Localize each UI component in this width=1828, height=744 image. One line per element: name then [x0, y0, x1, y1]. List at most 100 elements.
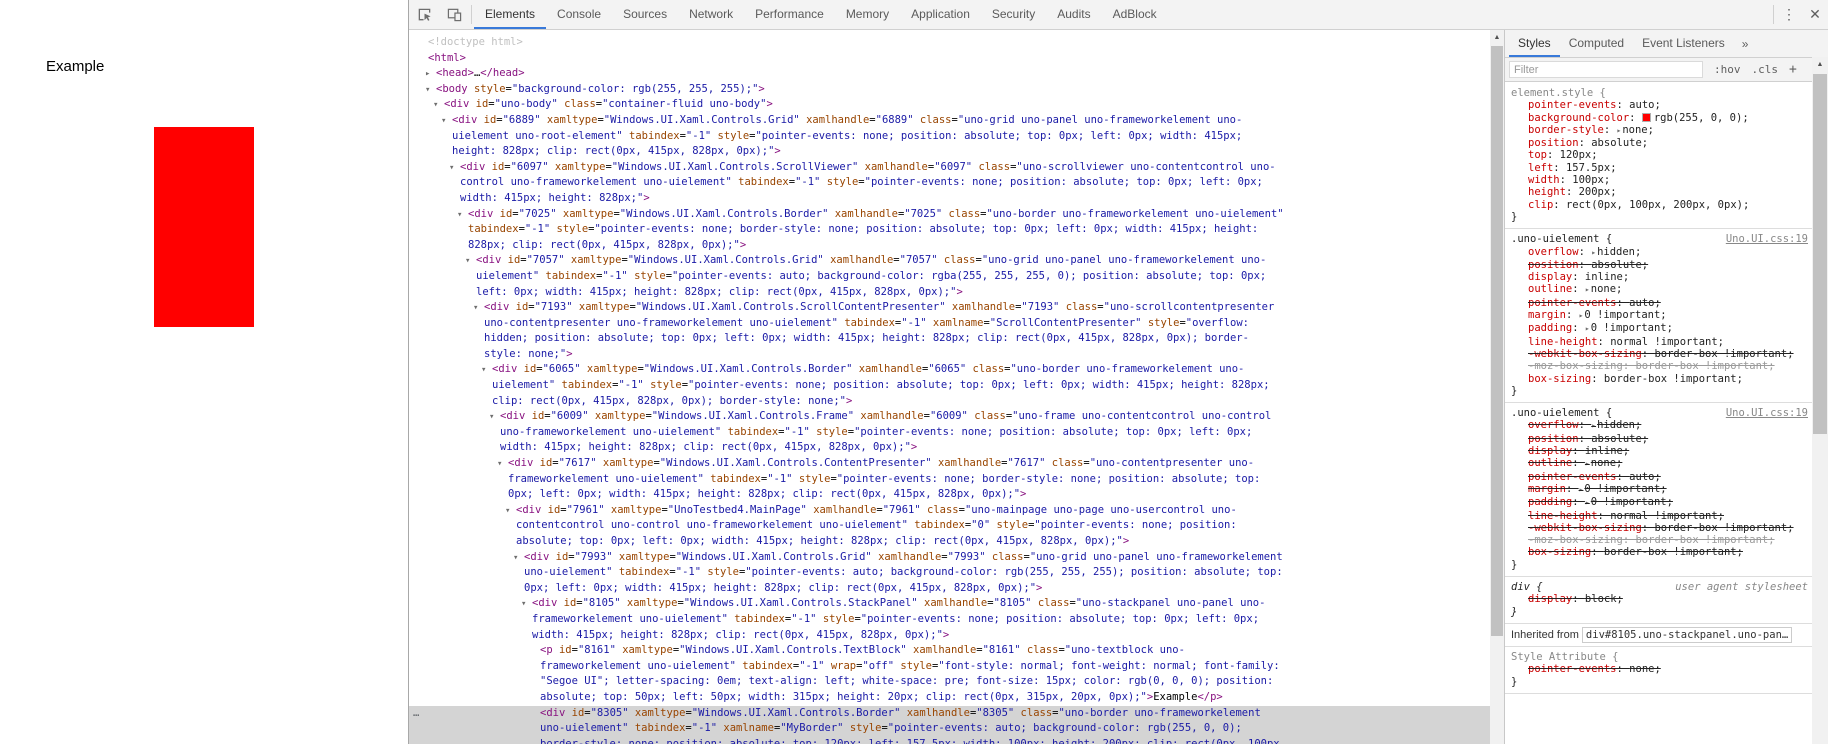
dom-node[interactable]: ▾ <div id="uno-body" class="container-flu… [414, 97, 1286, 113]
css-property[interactable]: -webkit-box-sizing: border-box !importan… [1511, 522, 1808, 534]
twisty-right-icon[interactable]: ▸ [425, 67, 430, 83]
tab-elements[interactable]: Elements [474, 0, 547, 29]
css-property[interactable]: pointer-events: none; [1511, 663, 1808, 675]
dom-node[interactable]: ▾ <div id="7057" xamltype="Windows.UI.Xam… [414, 253, 1286, 300]
dom-node[interactable]: ▾ <div id="7617" xamltype="Windows.UI.Xam… [414, 456, 1286, 503]
dom-node[interactable]: ▾ <body style="background-color: rgb(255,… [414, 82, 1286, 98]
pseudo-state-toggle[interactable]: :hov [1714, 63, 1741, 76]
css-property[interactable]: overflow: ▸hidden; [1511, 419, 1808, 432]
twisty-down-icon[interactable]: ▾ [465, 254, 470, 270]
sidebar-tab-event-listeners[interactable]: Event Listeners [1633, 30, 1734, 57]
inspect-element-icon[interactable] [409, 0, 439, 29]
dom-node[interactable]: ▾ <div id="8105" xamltype="Windows.UI.Xam… [414, 596, 1286, 643]
class-toggle[interactable]: .cls [1752, 63, 1779, 76]
dom-node[interactable]: ▾ <div id="7993" xamltype="Windows.UI.Xam… [414, 550, 1286, 597]
tab-memory[interactable]: Memory [835, 0, 900, 29]
css-property[interactable]: clip: rect(0px, 100px, 200px, 0px); [1511, 199, 1808, 211]
stylesheet-source-link[interactable]: Uno.UI.css:19 [1726, 407, 1808, 419]
dom-node[interactable]: ▾ <div id="6097" xamltype="Windows.UI.Xam… [414, 160, 1286, 207]
css-property[interactable]: border-style: ▸none; [1511, 124, 1808, 137]
css-property[interactable]: -moz-box-sizing: border-box !important; [1511, 534, 1808, 546]
styles-filter-input[interactable] [1509, 61, 1703, 78]
css-property[interactable]: display: block; [1511, 593, 1808, 605]
css-property[interactable]: height: 200px; [1511, 186, 1808, 198]
rule-selector: div { [1511, 580, 1543, 593]
dom-node[interactable]: <p id="8161" xamltype="Windows.UI.Xaml.C… [414, 643, 1286, 705]
twisty-down-icon[interactable]: ▾ [521, 597, 526, 613]
twisty-down-icon[interactable]: ▾ [513, 551, 518, 567]
css-property[interactable]: margin: ▸0 !important; [1511, 309, 1808, 322]
node-menu-dots-icon[interactable]: … [413, 706, 419, 722]
css-property[interactable]: padding: ▸0 !important; [1511, 322, 1808, 335]
tab-security[interactable]: Security [981, 0, 1046, 29]
scroll-up-arrow-icon[interactable]: ▲ [1490, 30, 1504, 45]
tab-audits[interactable]: Audits [1046, 0, 1101, 29]
stylesheet-source-link[interactable]: Uno.UI.css:19 [1726, 233, 1808, 245]
close-devtools-icon[interactable]: ✕ [1802, 0, 1828, 29]
css-property[interactable]: display: inline; [1511, 271, 1808, 283]
inherited-target-link[interactable]: div#8105.uno-stackpanel.uno-pan… [1581, 626, 1793, 643]
sidebar-tab-computed[interactable]: Computed [1560, 30, 1633, 57]
dom-node[interactable]: ▾ <div id="7961" xamltype="UnoTestbed4.Ma… [414, 503, 1286, 550]
twisty-down-icon[interactable]: ▾ [481, 363, 486, 379]
tab-performance[interactable]: Performance [744, 0, 835, 29]
dom-node[interactable]: ▾ <div id="6009" xamltype="Windows.UI.Xam… [414, 409, 1286, 456]
elements-panel: <!doctype html> <html> ▸ <head>…</head> ▾ <bo… [409, 30, 1490, 744]
dom-node[interactable]: ▾ <div id="7025" xamltype="Windows.UI.Xam… [414, 207, 1286, 254]
dom-node[interactable]: ▾ <div id="7193" xamltype="Windows.UI.Xam… [414, 300, 1286, 362]
css-property[interactable]: left: 157.5px; [1511, 162, 1808, 174]
css-property[interactable]: overflow: ▸hidden; [1511, 246, 1808, 259]
css-property[interactable]: line-height: normal !important; [1511, 510, 1808, 522]
css-property[interactable]: width: 100px; [1511, 174, 1808, 186]
sidebar-more-tabs-icon[interactable]: » [1734, 30, 1757, 57]
css-property[interactable]: pointer-events: auto; [1511, 99, 1808, 111]
dom-node[interactable]: <html> [414, 51, 1286, 67]
twisty-down-icon[interactable]: ▾ [505, 504, 510, 520]
scroll-up-arrow-icon[interactable]: ▲ [1812, 57, 1828, 72]
css-property[interactable]: display: inline; [1511, 445, 1808, 457]
css-property[interactable]: pointer-events: auto; [1511, 471, 1808, 483]
sidebar-tab-styles[interactable]: Styles [1509, 30, 1560, 57]
twisty-down-icon[interactable]: ▾ [473, 301, 478, 317]
css-property[interactable]: box-sizing: border-box !important; [1511, 546, 1808, 558]
tab-adblock[interactable]: AdBlock [1102, 0, 1168, 29]
css-property[interactable]: position: absolute; [1511, 433, 1808, 445]
elements-scrollbar-thumb[interactable] [1491, 46, 1503, 636]
css-property[interactable]: box-sizing: border-box !important; [1511, 373, 1808, 385]
dom-node[interactable]: <!doctype html> [414, 35, 1286, 51]
color-swatch-icon[interactable] [1641, 112, 1651, 122]
twisty-down-icon[interactable]: ▾ [489, 410, 494, 426]
new-style-rule-button[interactable]: + [1789, 62, 1797, 77]
twisty-down-icon[interactable]: ▾ [425, 83, 430, 99]
css-property[interactable]: outline: ▸none; [1511, 283, 1808, 296]
dom-node[interactable]: ▾ <div id="6889" xamltype="Windows.UI.Xam… [414, 113, 1286, 160]
tab-console[interactable]: Console [546, 0, 612, 29]
css-property[interactable]: padding: ▸0 !important; [1511, 496, 1808, 509]
twisty-down-icon[interactable]: ▾ [449, 161, 454, 177]
elements-scrollbar[interactable]: ▲ [1490, 30, 1504, 744]
css-property[interactable]: outline: ▸none; [1511, 457, 1808, 470]
dom-node[interactable]: ▾ <div id="6065" xamltype="Windows.UI.Xam… [414, 362, 1286, 409]
kebab-menu-icon[interactable]: ⋮ [1776, 0, 1802, 29]
dom-node-selected[interactable]: … <div id="8305" xamltype="Windows.UI.Xam… [409, 705, 1490, 744]
css-property[interactable]: pointer-events: auto; [1511, 297, 1808, 309]
twisty-down-icon[interactable]: ▾ [441, 114, 446, 130]
css-property[interactable]: position: absolute; [1511, 259, 1808, 271]
twisty-down-icon[interactable]: ▾ [497, 457, 502, 473]
dom-node[interactable]: ▸ <head>…</head> [414, 66, 1286, 82]
css-property[interactable]: -moz-box-sizing: border-box !important; [1511, 360, 1808, 372]
css-property[interactable]: top: 120px; [1511, 149, 1808, 161]
twisty-down-icon[interactable]: ▾ [457, 208, 462, 224]
tab-network[interactable]: Network [678, 0, 744, 29]
styles-scrollbar-thumb[interactable] [1813, 74, 1827, 434]
css-property[interactable]: margin: ▸0 !important; [1511, 483, 1808, 496]
css-property[interactable]: line-height: normal !important; [1511, 336, 1808, 348]
css-property[interactable]: background-color: rgb(255, 0, 0); [1511, 112, 1808, 124]
styles-scrollbar[interactable]: ▲ [1812, 57, 1828, 744]
tab-application[interactable]: Application [900, 0, 981, 29]
tab-sources[interactable]: Sources [612, 0, 678, 29]
css-property[interactable]: -webkit-box-sizing: border-box !importan… [1511, 348, 1808, 360]
device-toolbar-icon[interactable] [439, 0, 469, 29]
twisty-down-icon[interactable]: ▾ [433, 98, 438, 114]
css-property[interactable]: position: absolute; [1511, 137, 1808, 149]
